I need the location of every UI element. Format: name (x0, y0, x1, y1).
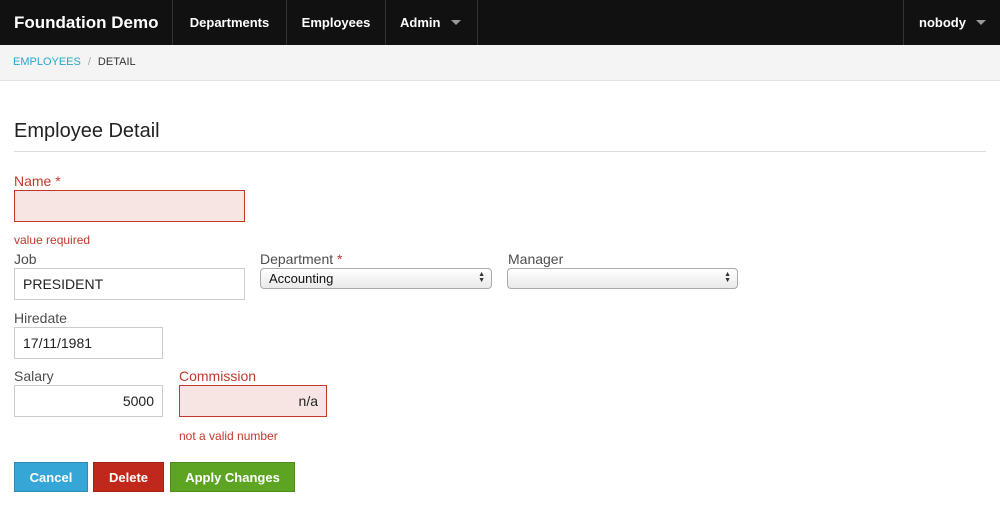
hiredate-input[interactable]: 17/11/1981 (14, 327, 163, 359)
chevron-down-icon (976, 20, 986, 25)
breadcrumb-current: DETAIL (97, 56, 136, 68)
commission-error: not a valid number (179, 429, 278, 443)
department-label: Department * (260, 251, 343, 267)
name-error: value required (14, 233, 91, 247)
nav-admin[interactable]: Admin (386, 0, 478, 45)
department-select[interactable]: Accounting ▲ ▼ (260, 268, 492, 289)
nav-admin-label: Admin (400, 15, 441, 30)
commission-input[interactable]: n/a (179, 385, 327, 417)
top-bar: Foundation Demo Departments Employees Ad… (0, 0, 1000, 45)
cancel-button[interactable]: Cancel (14, 462, 88, 492)
job-label: Job (14, 251, 37, 267)
manager-label: Manager (508, 251, 564, 267)
nav-employees[interactable]: Employees (287, 0, 386, 45)
manager-select[interactable]: ▲ ▼ (507, 268, 738, 289)
hiredate-label: Hiredate (14, 310, 67, 326)
user-menu[interactable]: nobody (903, 0, 1000, 45)
breadcrumb-employees[interactable]: EMPLOYEES (13, 56, 81, 68)
name-label: Name * (14, 173, 61, 189)
page-title: Employee Detail (14, 120, 160, 142)
name-input[interactable] (14, 190, 245, 222)
chevron-down-icon (451, 20, 461, 25)
apply-changes-button[interactable]: Apply Changes (170, 462, 295, 492)
breadcrumb: EMPLOYEES / DETAIL (0, 45, 1000, 81)
commission-label: Commission (179, 368, 257, 384)
select-arrows-icon: ▲ ▼ (724, 271, 731, 284)
delete-button[interactable]: Delete (93, 462, 164, 492)
breadcrumb-separator: / (87, 56, 91, 68)
nav-departments[interactable]: Departments (173, 0, 287, 45)
salary-label: Salary (14, 368, 54, 384)
select-arrows-icon: ▲ ▼ (478, 271, 485, 284)
job-input[interactable]: PRESIDENT (14, 268, 245, 300)
salary-input[interactable]: 5000 (14, 385, 163, 417)
department-selected: Accounting (269, 271, 334, 286)
brand-title[interactable]: Foundation Demo (0, 0, 173, 45)
user-name: nobody (919, 15, 966, 30)
title-divider (14, 151, 986, 152)
